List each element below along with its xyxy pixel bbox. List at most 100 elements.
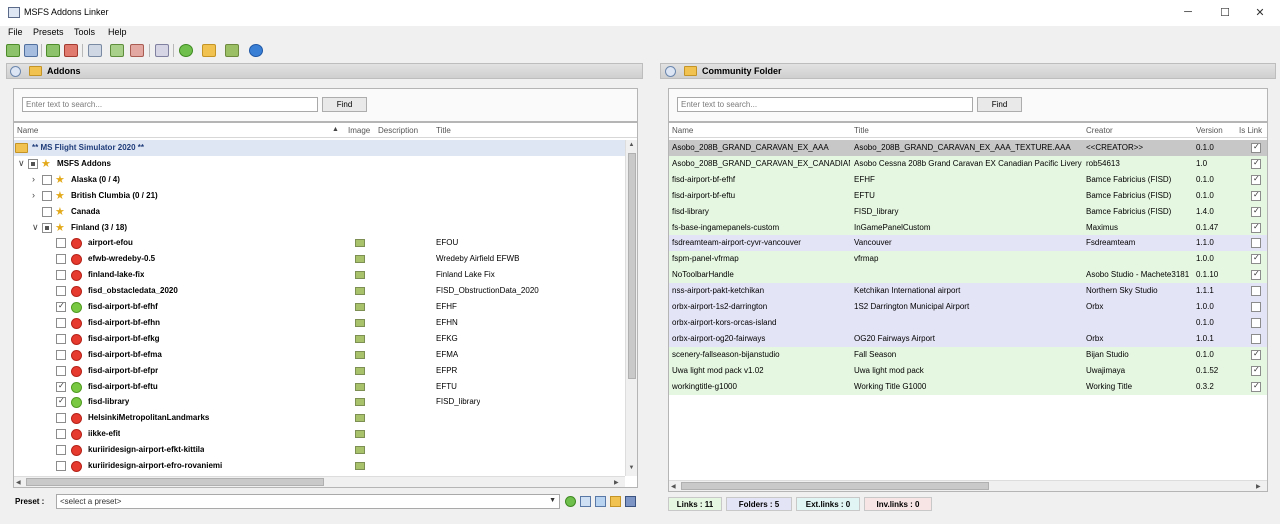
tree-addon-row[interactable]: kuriiridesign-airport-efro-rovaniemi [14,458,625,474]
image-icon[interactable] [355,255,365,264]
apply-preset-icon[interactable] [565,496,576,507]
is-link-checkbox[interactable] [1251,349,1261,360]
tree-checkbox[interactable] [56,445,66,456]
image-icon[interactable] [355,271,365,280]
image-icon[interactable] [355,350,365,359]
scroll-thumb[interactable] [628,153,636,379]
is-link-checkbox[interactable] [1251,158,1261,169]
tree-checkbox[interactable] [42,174,52,185]
scroll-right-icon[interactable]: ▶ [614,479,619,486]
expand-closed-icon[interactable]: › [32,174,35,184]
tree-addon-row[interactable]: fisd-airport-bf-efhf EFHF [14,299,625,315]
tree-checkbox[interactable] [56,365,66,376]
community-row[interactable]: orbx-airport-1s2-darrington 1S2 Darringto… [669,299,1267,315]
tree-checkbox[interactable] [56,349,66,360]
maximize-button[interactable]: ☐ [1217,6,1233,19]
tree-checkbox[interactable] [56,317,66,328]
tree-addon-row[interactable]: efwb-wredeby-0.5 Wredeby Airfield EFWB [14,251,625,267]
addons-find-button[interactable]: Find [322,97,367,112]
col-description[interactable]: Description [378,126,418,135]
is-link-checkbox[interactable] [1251,333,1261,344]
tree-checkbox[interactable] [56,238,66,249]
image-icon[interactable] [225,44,239,57]
refresh-icon[interactable] [179,44,193,57]
tree-checkbox[interactable] [56,301,66,312]
tree-checkbox[interactable] [56,270,66,281]
tree-addon-row[interactable]: airport-efou EFOU [14,235,625,251]
preset-select[interactable]: <select a preset> ▼ [56,494,560,509]
image-icon[interactable] [355,287,365,296]
menu-presets[interactable]: Presets [33,27,64,37]
tree-addon-row[interactable]: fisd-library FISD_library [14,394,625,410]
is-link-checkbox[interactable] [1251,142,1261,153]
scroll-left-icon[interactable]: ◀ [16,479,21,486]
h-scroll-thumb[interactable] [681,482,989,490]
tree-checkbox[interactable] [56,429,66,440]
scroll-left-icon[interactable]: ◀ [671,483,676,490]
tree-folder-row[interactable]: ★ Canada [14,204,625,220]
is-link-checkbox[interactable] [1251,253,1261,265]
menu-tools[interactable]: Tools [74,27,95,37]
community-row[interactable]: fisd-airport-bf-efhf EFHF Bamce Fabricius … [669,171,1267,188]
addons-vertical-scrollbar[interactable]: ▲ ▼ [625,140,637,476]
community-row[interactable]: fisd-airport-bf-eftu EFTU Bamce Fabricius … [669,187,1267,204]
image-icon[interactable] [355,239,365,248]
tree-addon-row[interactable]: fisd-airport-bf-efhn EFHN [14,315,625,331]
check-preset-icon[interactable] [580,496,591,507]
image-icon[interactable] [355,414,365,423]
community-row[interactable]: Asobo_208B_GRAND_CARAVAN_EX_CANADIAN Asob… [669,155,1267,172]
community-row[interactable]: fsdreamteam-airport-cyvr-vancouver Vancou… [669,235,1267,252]
close-button[interactable]: ✕ [1252,6,1268,19]
community-row[interactable]: workingtitle-g1000 Working Title G1000 Wor… [669,378,1267,395]
tree-checkbox[interactable] [42,206,52,217]
tree-addon-row[interactable]: iikke-efit [14,426,625,442]
tree-checkbox[interactable] [42,190,52,201]
image-icon[interactable] [355,318,365,327]
is-link-checkbox[interactable] [1251,222,1261,233]
col-creator[interactable]: Creator [1086,126,1113,135]
menu-help[interactable]: Help [108,27,127,37]
is-link-checkbox[interactable] [1251,317,1261,328]
community-row[interactable]: scenery-fallseason-bijanstudio Fall Seaso… [669,346,1267,363]
edit-preset-icon[interactable] [610,496,621,507]
community-row[interactable]: NoToolbarHandle Asobo Studio - Machete318… [669,267,1267,284]
tree-addon-row[interactable]: fisd-airport-bf-eftu EFTU [14,379,625,395]
tree-checkbox[interactable] [56,461,66,471]
image-icon[interactable] [355,303,365,311]
tree-addon-row[interactable]: finland-lake-fix Finland Lake Fix [14,267,625,283]
community-horizontal-scrollbar[interactable]: ◀ ▶ [669,480,1267,491]
col-name[interactable]: Name [672,126,693,135]
tree-checkbox[interactable] [56,381,66,392]
add-link-icon[interactable] [6,44,20,57]
add-all-icon[interactable] [24,44,38,57]
expand-open-icon[interactable]: ∨ [18,158,25,169]
scroll-down-icon[interactable]: ▼ [626,465,637,471]
community-search-input[interactable]: Enter text to search... [677,97,973,112]
tree-checkbox[interactable] [56,254,66,265]
is-link-checkbox[interactable] [1251,286,1261,297]
tree-checkbox[interactable] [42,222,52,233]
is-link-checkbox[interactable] [1251,206,1261,217]
h-scroll-thumb[interactable] [26,478,324,486]
tree-addon-row[interactable]: kuriiridesign-airport-efkt-kittila [14,442,625,458]
scroll-up-icon[interactable]: ▲ [626,142,637,148]
menu-file[interactable]: File [8,27,23,37]
link-icon[interactable] [46,44,60,57]
tree-checkbox[interactable] [56,396,66,408]
is-link-checkbox[interactable] [1251,269,1261,281]
image-icon[interactable] [355,430,365,439]
addons-search-input[interactable]: Enter text to search... [22,97,318,112]
col-is-link[interactable]: Is Link [1239,126,1262,135]
collapse-tree-icon[interactable] [155,44,169,57]
expand-open-icon[interactable]: ∨ [32,222,39,233]
move-out-icon[interactable] [130,44,144,57]
tree-folder-row[interactable]: ∨ ★ MSFS Addons [14,156,625,172]
community-row[interactable]: orbx-airport-og20-fairways OG20 Fairways … [669,330,1267,347]
unlink-icon[interactable] [64,44,78,57]
image-icon[interactable] [355,382,365,391]
tree-addon-row[interactable]: HelsinkiMetropolitanLandmarks [14,410,625,426]
tree-addon-row[interactable]: fisd-airport-bf-efkg EFKG [14,331,625,347]
community-row[interactable]: fs-base-ingamepanels-custom InGamePanelCu… [669,219,1267,236]
image-icon[interactable] [355,398,365,407]
tree-addon-row[interactable]: fisd-airport-bf-efpr EFPR [14,363,625,379]
